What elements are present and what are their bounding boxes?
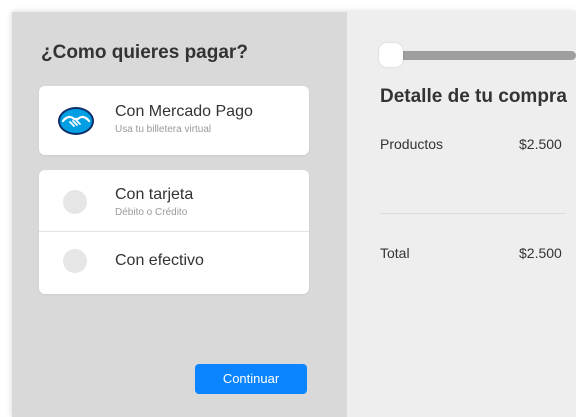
progress-track <box>386 51 576 60</box>
summary-total-value: $2.500 <box>519 245 562 261</box>
option-label: Con Mercado Pago <box>115 103 253 120</box>
progress-knob[interactable] <box>379 43 403 67</box>
option-label: Con efectivo <box>115 252 204 269</box>
summary-row-value: $2.500 <box>519 136 562 152</box>
payment-title: ¿Como quieres pagar? <box>41 42 248 63</box>
option-sublabel: Usa tu billetera virtual <box>115 124 212 135</box>
cash-radio[interactable] <box>63 249 87 273</box>
summary-panel <box>347 12 576 417</box>
card-radio[interactable] <box>63 190 87 214</box>
continue-button[interactable]: Continuar <box>195 364 307 394</box>
summary-divider <box>380 213 566 214</box>
option-label: Con tarjeta <box>115 186 194 203</box>
option-card[interactable]: Con tarjeta Débito o Crédito <box>39 170 309 231</box>
summary-total-label: Total <box>380 245 410 261</box>
summary-title: Detalle de tu compra <box>380 86 567 107</box>
mercado-pago-handshake-icon <box>58 107 94 135</box>
option-cash[interactable]: Con efectivo <box>39 232 309 294</box>
summary-row-label: Productos <box>380 136 444 152</box>
option-sublabel: Débito o Crédito <box>115 207 188 218</box>
payment-options-card: Con tarjeta Débito o Crédito Con efectiv… <box>39 170 309 294</box>
option-mercado-pago[interactable]: Con Mercado Pago Usa tu billetera virtua… <box>39 86 309 155</box>
